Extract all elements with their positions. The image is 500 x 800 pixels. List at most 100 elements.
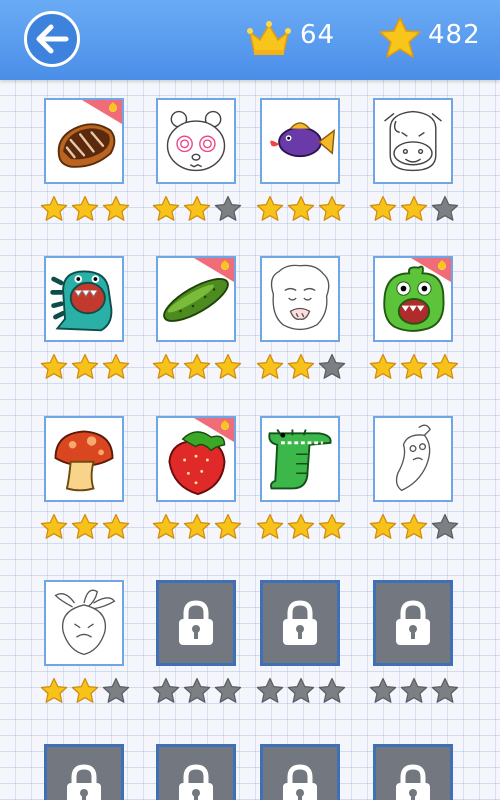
locked-level-tile[interactable]: [260, 744, 340, 800]
level-star-rating: [256, 195, 346, 223]
crown-count: 64: [300, 20, 336, 50]
level-star-rating: [40, 513, 130, 541]
padlock-icon: [396, 600, 430, 645]
star-filled-icon: [102, 513, 130, 539]
cow-face-picture: [384, 110, 442, 172]
star-filled-icon: [287, 353, 315, 379]
level-tile-old-man-face[interactable]: [260, 256, 340, 342]
star-filled-icon: [71, 677, 99, 703]
star-empty-icon: [256, 677, 284, 703]
padlock-icon: [179, 600, 213, 645]
level-tile-mushroom[interactable]: [44, 416, 124, 502]
locked-level-tile[interactable]: [44, 744, 124, 800]
level-tile-chili-pepper[interactable]: [373, 416, 453, 502]
locked-level-tile[interactable]: [373, 744, 453, 800]
star-filled-icon: [287, 195, 315, 221]
old-man-face-picture: [270, 264, 330, 331]
top-bar: 64 482: [0, 0, 500, 80]
star-filled-icon: [102, 195, 130, 221]
star-filled-icon: [71, 353, 99, 379]
level-star-rating: [369, 353, 459, 381]
radish-picture: [54, 589, 116, 656]
star-filled-icon: [183, 513, 211, 539]
level-tile-cow-face[interactable]: [373, 98, 453, 184]
level-star-rating: [152, 195, 242, 223]
level-tile-teal-dinosaur[interactable]: [44, 256, 124, 342]
new-badge-icon: [82, 100, 122, 124]
star-filled-icon: [369, 195, 397, 221]
level-star-rating: [152, 513, 242, 541]
padlock-icon: [67, 764, 101, 800]
star-empty-icon: [152, 677, 180, 703]
star-filled-icon: [102, 353, 130, 379]
level-star-rating: [369, 513, 459, 541]
star-filled-icon: [400, 513, 428, 539]
level-star-rating: [369, 195, 459, 223]
star-filled-icon: [152, 195, 180, 221]
locked-level-tile[interactable]: [260, 580, 340, 666]
padlock-icon: [283, 764, 317, 800]
star-filled-icon: [152, 513, 180, 539]
star-filled-icon: [183, 195, 211, 221]
padlock-icon: [179, 764, 213, 800]
locked-level-tile[interactable]: [373, 580, 453, 666]
level-star-rating: [40, 195, 130, 223]
star-filled-icon: [431, 353, 459, 379]
level-star-rating: [152, 677, 242, 705]
star-filled-icon: [256, 353, 284, 379]
star-empty-icon: [431, 677, 459, 703]
level-star-rating: [40, 677, 130, 705]
mushroom-picture: [54, 430, 114, 492]
level-tile-strawberry[interactable]: [156, 416, 236, 502]
level-tile-crocodile[interactable]: [260, 416, 340, 502]
star-filled-icon: [287, 513, 315, 539]
star-filled-icon: [152, 353, 180, 379]
level-tile-cucumber[interactable]: [156, 256, 236, 342]
new-badge-icon: [194, 418, 234, 442]
star-empty-icon: [214, 195, 242, 221]
level-tile-panda-face[interactable]: [156, 98, 236, 184]
level-star-rating: [256, 513, 346, 541]
star-filled-icon: [256, 195, 284, 221]
locked-level-tile[interactable]: [156, 580, 236, 666]
level-tile-chocolate-eclair[interactable]: [44, 98, 124, 184]
level-tile-green-monster[interactable]: [373, 256, 453, 342]
star-empty-icon: [102, 677, 130, 703]
star-empty-icon: [287, 677, 315, 703]
level-star-rating: [256, 353, 346, 381]
star-filled-icon: [214, 353, 242, 379]
crown-icon: [247, 21, 291, 55]
star-empty-icon: [183, 677, 211, 703]
star-empty-icon: [400, 677, 428, 703]
padlock-icon: [396, 764, 430, 800]
star-filled-icon: [318, 195, 346, 221]
star-filled-icon: [369, 513, 397, 539]
purple-fish-picture: [270, 122, 336, 158]
star-filled-icon: [256, 513, 284, 539]
star-empty-icon: [214, 677, 242, 703]
star-filled-icon: [183, 353, 211, 379]
star-icon: [379, 17, 421, 58]
star-filled-icon: [71, 513, 99, 539]
panda-face-picture: [166, 110, 226, 172]
level-tile-purple-fish[interactable]: [260, 98, 340, 184]
level-tile-radish[interactable]: [44, 580, 124, 666]
star-filled-icon: [214, 513, 242, 539]
star-empty-icon: [369, 677, 397, 703]
star-filled-icon: [400, 195, 428, 221]
padlock-icon: [283, 600, 317, 645]
star-filled-icon: [40, 513, 68, 539]
new-badge-icon: [411, 258, 451, 282]
locked-level-tile[interactable]: [156, 744, 236, 800]
star-filled-icon: [40, 353, 68, 379]
star-filled-icon: [400, 353, 428, 379]
star-empty-icon: [318, 353, 346, 379]
level-star-rating: [369, 677, 459, 705]
crocodile-picture: [268, 429, 332, 490]
star-filled-icon: [40, 677, 68, 703]
back-button[interactable]: [24, 11, 80, 67]
star-filled-icon: [40, 195, 68, 221]
star-empty-icon: [431, 195, 459, 221]
star-empty-icon: [431, 513, 459, 539]
arrow-left-icon: [36, 24, 69, 54]
